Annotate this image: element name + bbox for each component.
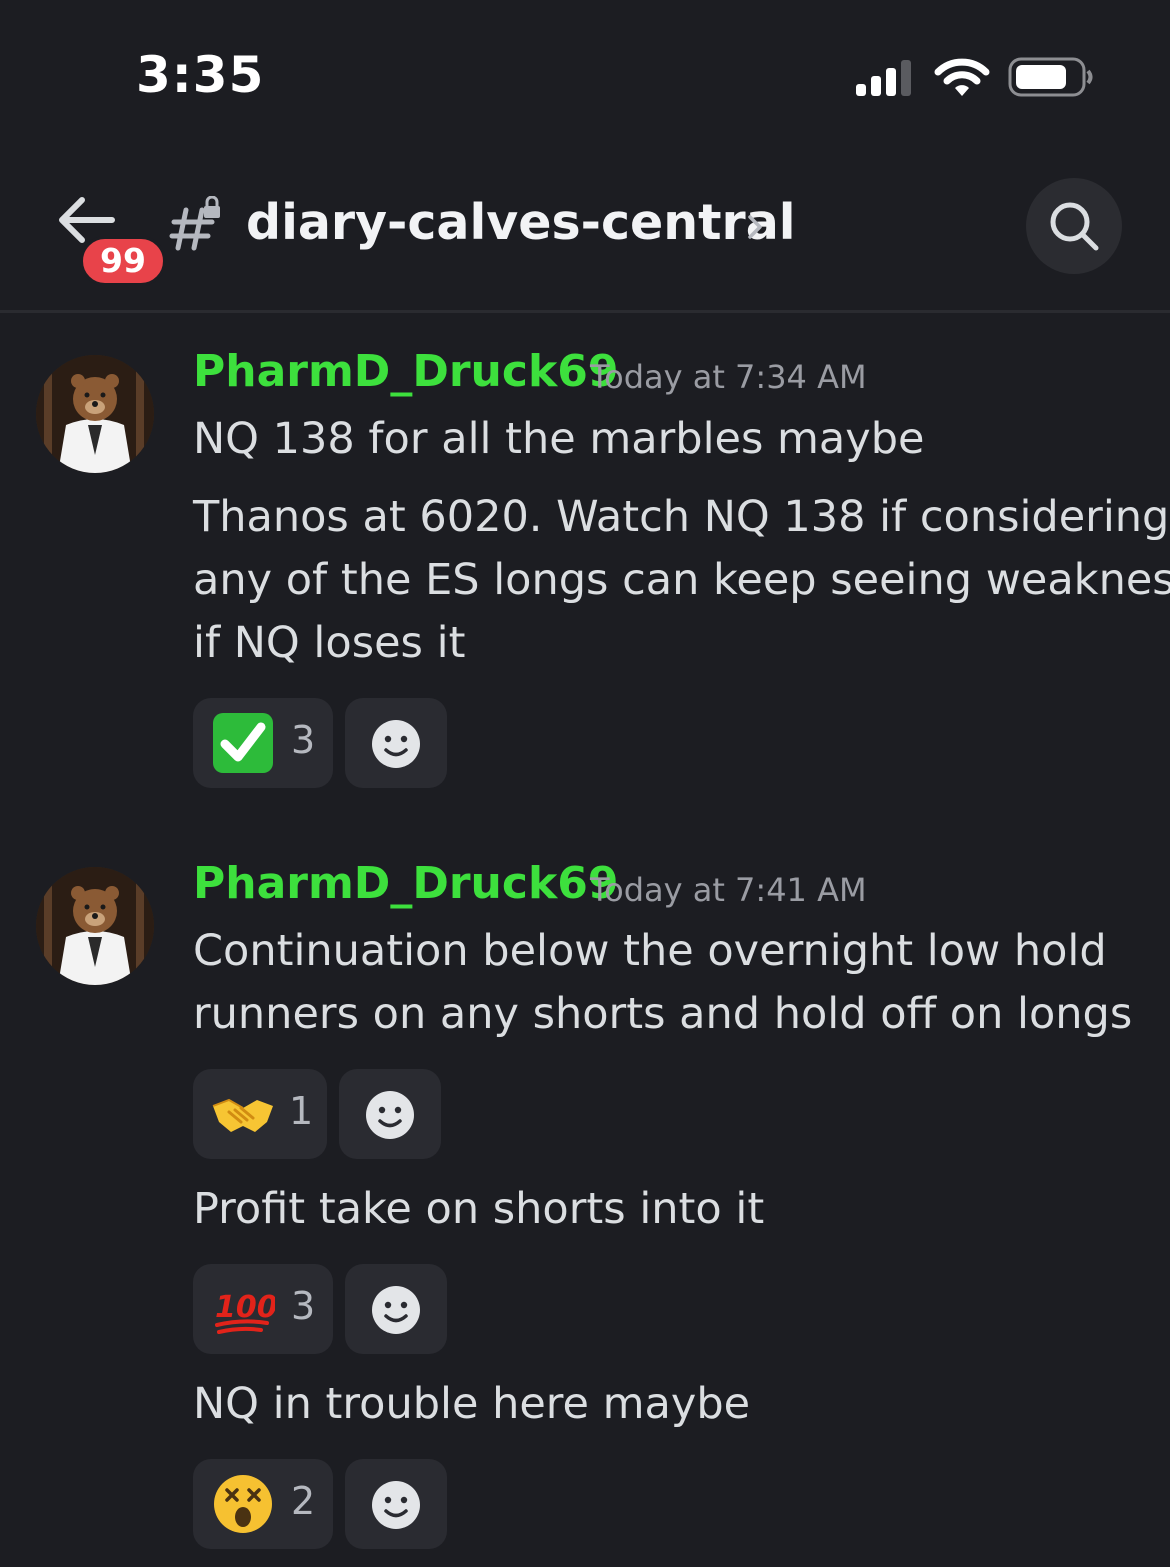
wifi-icon (934, 58, 990, 96)
hundred-points-emoji-icon: 100 (215, 1290, 275, 1334)
message-text: Continuation below the overnight low hol… (193, 926, 1107, 976)
message-text: runners on any shorts and hold off on lo… (193, 989, 1133, 1039)
add-reaction-smiley-icon (372, 720, 420, 768)
message-text: NQ in trouble here maybe (193, 1379, 751, 1429)
reaction-count: 1 (289, 1089, 314, 1133)
message-timestamp: Today at 7:34 AM (590, 358, 867, 396)
add-reaction-button[interactable] (345, 698, 447, 788)
reaction-hundred-points[interactable]: 100 3 (193, 1264, 333, 1354)
chevron-right-icon[interactable] (744, 210, 768, 244)
add-reaction-button[interactable] (345, 1264, 447, 1354)
search-icon (1050, 202, 1099, 251)
add-reaction-button[interactable] (339, 1069, 441, 1159)
battery-icon (1008, 57, 1093, 97)
add-reaction-button[interactable] (345, 1459, 447, 1549)
cellular-signal-icon (856, 60, 911, 96)
search-button[interactable] (1026, 178, 1122, 274)
status-time: 3:35 (136, 46, 265, 104)
message-text: any of the ES longs can keep seeing weak… (193, 555, 1170, 605)
status-bar: 3:35 (0, 0, 1170, 150)
channel-name[interactable]: diary-calves-central (246, 194, 796, 251)
reaction-count: 3 (291, 718, 316, 762)
add-reaction-smiley-icon (372, 1481, 420, 1529)
avatar[interactable] (36, 867, 154, 985)
dizzy-face-emoji-icon (214, 1475, 272, 1533)
avatar[interactable] (36, 355, 154, 473)
add-reaction-smiley-icon (372, 1286, 420, 1334)
username[interactable]: PharmD_Druck69 (193, 346, 618, 397)
check-mark-emoji-icon (213, 713, 273, 773)
bear-doctor-avatar-image (36, 867, 154, 985)
reaction-count: 3 (291, 1284, 316, 1328)
message-text: Profit take on shorts into it (193, 1184, 765, 1234)
locked-channel-hash-icon (169, 196, 220, 251)
reaction-count: 2 (291, 1479, 316, 1523)
handshake-emoji-icon (212, 1098, 273, 1132)
message-timestamp: Today at 7:41 AM (590, 871, 867, 909)
message-text: if NQ loses it (193, 618, 466, 668)
message-text: NQ 138 for all the marbles maybe (193, 414, 925, 464)
reaction-dizzy-face[interactable]: 2 (193, 1459, 333, 1549)
add-reaction-smiley-icon (366, 1091, 414, 1139)
message-text: Thanos at 6020. Watch NQ 138 if consider… (193, 492, 1170, 542)
bear-doctor-avatar-image (36, 355, 154, 473)
username[interactable]: PharmD_Druck69 (193, 858, 618, 909)
channel-header: 99 diary-calves-central (0, 150, 1170, 313)
reaction-check-mark[interactable]: 3 (193, 698, 333, 788)
unread-badge: 99 (80, 236, 166, 286)
reaction-handshake[interactable]: 1 (193, 1069, 327, 1159)
